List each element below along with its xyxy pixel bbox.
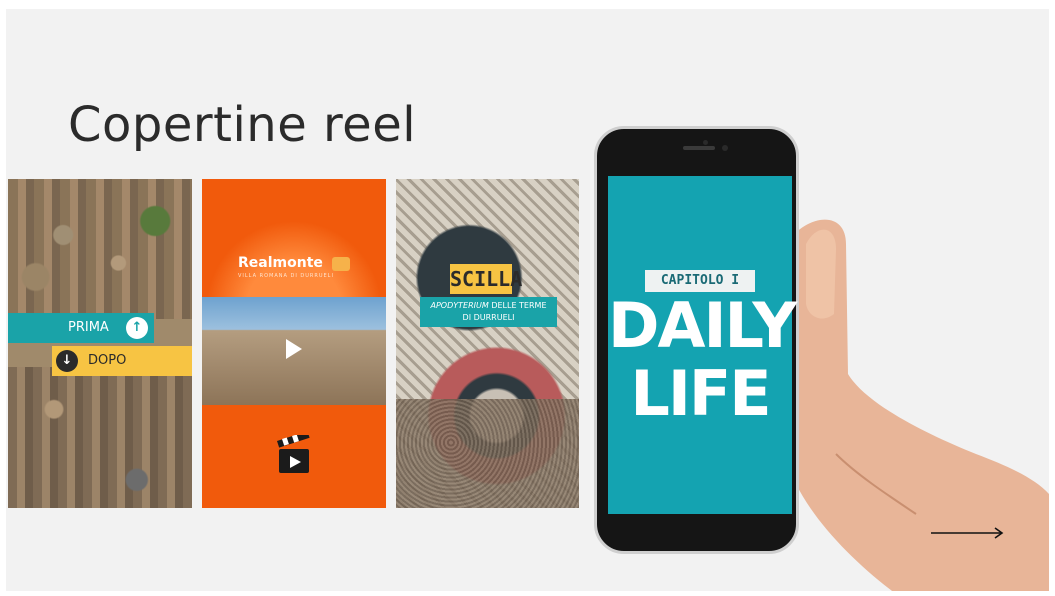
dopo-tag: ↓ DOPO [52, 346, 192, 376]
front-camera-icon [703, 140, 708, 145]
reel-cover-scilla[interactable]: SCILLA APODYTERIUM DELLE TERME DI DURRUE… [396, 179, 579, 508]
clapperboard-icon [277, 435, 310, 473]
prima-tag: PRIMA ↑ [8, 313, 154, 343]
ruins-before-image [8, 179, 192, 319]
slide-title: Copertine reel [68, 97, 417, 153]
apodyterium-caption: APODYTERIUM DELLE TERME DI DURRUELI [420, 297, 557, 327]
arrow-down-icon: ↓ [56, 350, 78, 372]
orange-header [202, 179, 386, 297]
life-title: LIFE [630, 357, 771, 430]
speaker-icon [683, 146, 715, 150]
play-icon[interactable] [286, 339, 302, 359]
realmonte-brand-sub: VILLA ROMANA DI DURRUELI [238, 273, 334, 279]
phone-screen[interactable]: CAPITOLO I DAILY LIFE [608, 176, 797, 514]
daily-title: DAILY [608, 289, 797, 362]
realmonte-brand: Realmonte [238, 255, 323, 271]
scilla-title: SCILLA [450, 264, 522, 294]
hand-image [786, 219, 1049, 591]
prima-label: PRIMA [68, 320, 109, 335]
realmonte-logo-icon [332, 257, 350, 271]
reel-cover-realmonte[interactable]: Realmonte VILLA ROMANA DI DURRUELI [202, 179, 386, 508]
apodyterium-word: APODYTERIUM [430, 301, 489, 310]
apodyterium-rest: DELLE TERME [491, 301, 547, 310]
slide: Copertine reel PRIMA ↑ ↓ DOPO Realmonte … [6, 9, 1049, 591]
arrow-right-icon[interactable] [931, 527, 1006, 539]
sensor-icon [722, 145, 728, 151]
smartphone-mockup: CAPITOLO I DAILY LIFE [594, 126, 799, 554]
reel-cover-before-after[interactable] [8, 179, 192, 508]
arrow-up-icon: ↑ [126, 317, 148, 339]
ruins-after-image [8, 367, 192, 508]
apodyterium-line2: DI DURRUELI [462, 313, 515, 322]
mosaic-floor-image [396, 399, 579, 508]
dopo-label: DOPO [88, 353, 127, 368]
